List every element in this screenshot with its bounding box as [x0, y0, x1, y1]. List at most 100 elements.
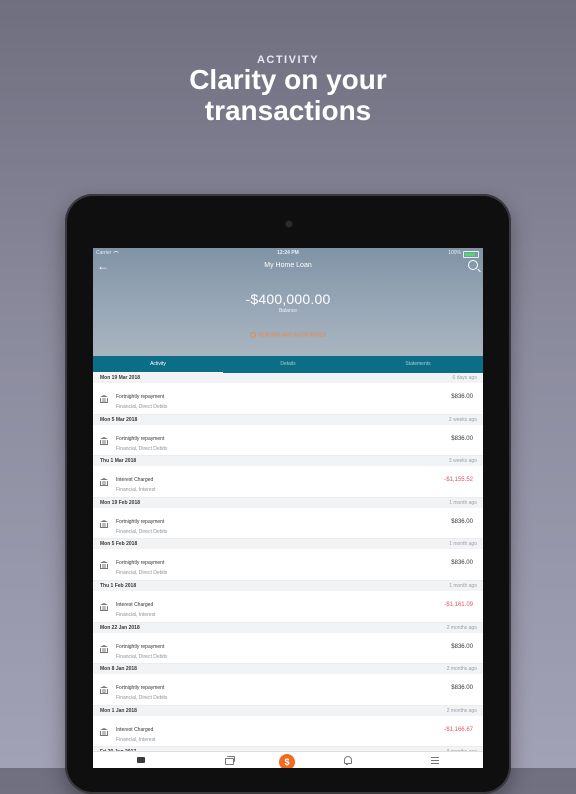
pay-dollar-icon[interactable]: $: [279, 754, 295, 768]
date-label: Mon 1 Jan 2018: [100, 707, 137, 714]
transaction-row[interactable]: Fortnightly repayment Financial, Direct D…: [93, 507, 483, 540]
transaction-amount: -$1,166.67: [444, 726, 473, 733]
battery-percent: 100%: [448, 250, 461, 256]
date-header: Mon 5 Mar 2018 2 weeks ago: [93, 414, 483, 425]
transaction-title: Fortnightly repayment: [116, 560, 165, 567]
transaction-title: Fortnightly repayment: [116, 685, 165, 692]
account-header: Carrier 12:24 PM 100% ← My Home Loan -$4…: [93, 248, 483, 356]
bank-icon: [100, 602, 108, 611]
transaction-row[interactable]: Interest Charged Financial, Interest -$1,1…: [93, 715, 483, 748]
date-label: Thu 1 Mar 2018: [100, 458, 137, 465]
date-header: Thu 1 Mar 2018 3 weeks ago: [93, 456, 483, 467]
transaction-category: Financial, Interest: [116, 487, 156, 494]
transaction-title: Fortnightly repayment: [116, 394, 165, 400]
tab-statements[interactable]: Statements: [353, 356, 483, 373]
bank-icon: [100, 686, 108, 695]
transaction-row[interactable]: Fortnightly repayment Financial, Direct D…: [93, 383, 483, 415]
bank-icon: [100, 395, 108, 403]
date-header: Mon 5 Feb 2018 1 month ago: [93, 539, 483, 550]
hero-title: Clarity on your transactions: [0, 64, 576, 126]
transaction-category: Financial, Direct Debits: [116, 528, 168, 535]
relative-date-label: 1 month ago: [449, 499, 477, 506]
account-balance: -$400,000.00: [245, 291, 331, 307]
transaction-row[interactable]: Fortnightly repayment Financial, Direct D…: [93, 632, 483, 665]
transaction-amount: $836.00: [451, 518, 473, 525]
transaction-category: Financial, Direct Debits: [116, 404, 168, 410]
transaction-row[interactable]: Interest Charged Financial, Interest -$1,1…: [93, 466, 483, 498]
tab-activity[interactable]: Activity: [93, 356, 223, 373]
bank-icon: [100, 561, 108, 570]
hero-title-line-2: transactions: [204, 95, 372, 126]
tab-bar: Activity Details Statements: [93, 356, 483, 373]
date-header: Thu 1 Feb 2018 1 month ago: [93, 580, 483, 591]
bank-icon: [100, 519, 108, 528]
relative-date-label: 3 weeks ago: [448, 458, 477, 465]
date-label: Mon 19 Mar 2018: [100, 375, 141, 381]
transaction-category: Financial, Direct Debits: [116, 653, 168, 660]
pending-label: PENDING AND AUTHORISED: [257, 332, 327, 339]
clock-icon: [249, 332, 256, 338]
date-label: Mon 19 Feb 2018: [100, 499, 141, 506]
date-header: Mon 22 Jan 2018 2 months ago: [93, 622, 483, 633]
date-header: Mon 19 Feb 2018 1 month ago: [93, 497, 483, 508]
transaction-row[interactable]: Fortnightly repayment Financial, Direct D…: [93, 424, 483, 457]
camera-icon: [286, 221, 292, 227]
bank-icon: [100, 478, 108, 487]
transaction-category: Financial, Direct Debits: [116, 695, 168, 702]
transaction-title: Fortnightly repayment: [116, 643, 165, 650]
battery-icon: [463, 251, 479, 258]
transaction-row[interactable]: Fortnightly repayment Financial, Direct D…: [93, 549, 483, 581]
page-title: My Home Loan: [264, 262, 312, 269]
date-label: Thu 1 Feb 2018: [100, 582, 137, 589]
wallet-icon[interactable]: [137, 756, 147, 765]
date-label: Mon 5 Feb 2018: [100, 541, 138, 548]
date-header: Mon 19 Mar 2018 6 days ago: [93, 373, 483, 383]
bottom-nav-bar: $: [93, 751, 483, 768]
status-time: 12:24 PM: [277, 250, 299, 256]
transaction-title: Fortnightly repayment: [116, 435, 165, 442]
relative-date-label: 1 month ago: [449, 582, 477, 589]
status-bar: Carrier 12:24 PM 100%: [93, 250, 483, 260]
cards-icon[interactable]: [225, 756, 235, 765]
date-header: Mon 8 Jan 2018 2 months ago: [93, 664, 483, 675]
transaction-title: Interest Charged: [116, 477, 154, 484]
relative-date-label: 6 days ago: [452, 375, 477, 381]
pending-authorised-link[interactable]: PENDING AND AUTHORISED: [93, 332, 483, 338]
bank-icon: [100, 727, 108, 736]
relative-date-label: 2 months ago: [446, 666, 477, 673]
transaction-title: Fortnightly repayment: [116, 518, 165, 525]
transaction-category: Financial, Direct Debits: [116, 445, 168, 452]
app-screen: Carrier 12:24 PM 100% ← My Home Loan -$4…: [93, 248, 483, 768]
relative-date-label: 2 weeks ago: [448, 416, 477, 423]
transaction-amount: $836.00: [451, 643, 473, 650]
date-header: Mon 1 Jan 2018 2 months ago: [93, 705, 483, 716]
transaction-category: Financial, Interest: [116, 736, 156, 743]
tab-details[interactable]: Details: [223, 356, 353, 373]
transaction-amount: $836.00: [451, 394, 473, 400]
date-label: Mon 5 Mar 2018: [100, 416, 138, 423]
balance-label: Balance: [278, 308, 298, 314]
transaction-row[interactable]: Interest Charged Financial, Interest -$1,1…: [93, 590, 483, 623]
transaction-list[interactable]: Mon 19 Mar 2018 6 days ago Fortnightly rep…: [93, 373, 483, 751]
date-label: Mon 8 Jan 2018: [100, 666, 137, 673]
date-label: Mon 22 Jan 2018: [100, 624, 140, 631]
transaction-amount: $836.00: [451, 435, 473, 442]
transaction-category: Financial, Interest: [116, 611, 156, 618]
hero-title-line-1: Clarity on your: [189, 64, 387, 95]
bell-icon[interactable]: [343, 756, 353, 765]
transaction-category: Financial, Direct Debits: [116, 570, 168, 577]
menu-icon[interactable]: [431, 756, 441, 765]
transaction-row[interactable]: Fortnightly repayment Financial, Direct D…: [93, 674, 483, 706]
transaction-amount: $836.00: [451, 685, 473, 692]
transaction-amount: -$1,155.52: [444, 477, 473, 484]
bank-icon: [100, 644, 108, 653]
relative-date-label: 2 months ago: [446, 624, 477, 631]
transaction-title: Interest Charged: [116, 726, 154, 733]
transaction-amount: $836.00: [451, 560, 473, 567]
relative-date-label: 2 months ago: [446, 707, 477, 714]
transaction-title: Interest Charged: [116, 601, 154, 608]
transaction-amount: -$1,161.09: [444, 601, 473, 608]
relative-date-label: 1 month ago: [449, 541, 477, 548]
bank-icon: [100, 436, 108, 445]
search-icon[interactable]: [468, 260, 478, 270]
